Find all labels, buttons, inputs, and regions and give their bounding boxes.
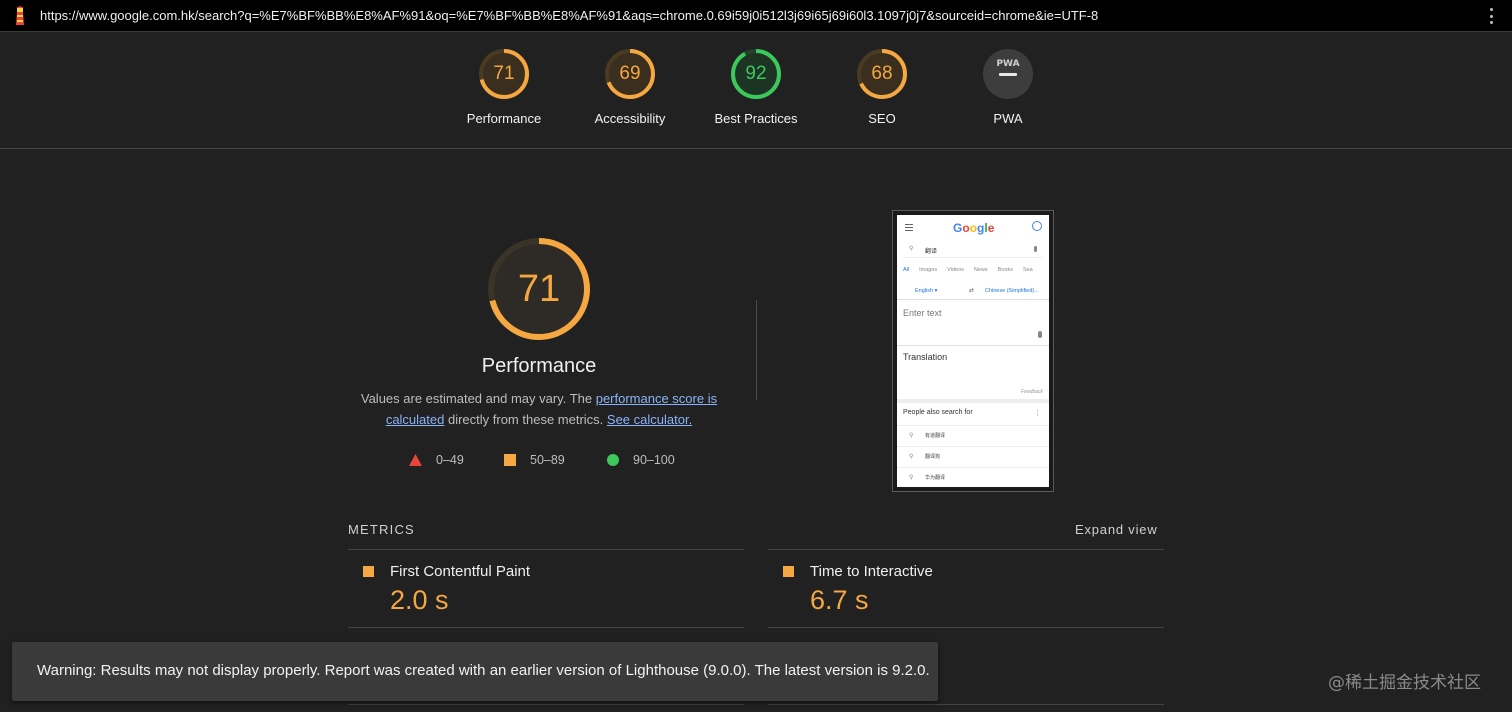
gauge-label: Performance — [466, 111, 542, 126]
logo-letter: o — [969, 221, 978, 235]
tab: Videos — [947, 267, 964, 273]
hamburger-icon — [905, 224, 913, 233]
gauge-label: SEO — [868, 111, 896, 126]
desc-text: Values are estimated and may vary. The — [360, 391, 596, 406]
gauge-score: 69 — [619, 63, 641, 84]
suggestion-row: ⚲ 有道翻译 — [897, 425, 1049, 445]
calculator-link[interactable]: See calculator. — [607, 412, 692, 427]
performance-description: Values are estimated and may vary. The p… — [354, 388, 724, 430]
tab: All — [903, 267, 910, 273]
gauge-accessibility[interactable]: 69 Accessibility — [570, 48, 690, 126]
screenshot-content: Google ⚲ 翻译 All Images Videos News Books… — [897, 215, 1049, 487]
lang-to: Chinese (Simplified)... — [985, 288, 1039, 294]
gauge-label: Best Practices — [714, 111, 798, 126]
gauge-score: 92 — [745, 63, 767, 84]
metric-time-to-interactive: Time to Interactive 6.7 s — [768, 549, 1164, 628]
average-square-icon — [783, 566, 794, 577]
lighthouse-icon — [16, 5, 24, 25]
performance-score: 71 — [517, 268, 561, 310]
divider — [768, 704, 1164, 705]
mic-icon — [1038, 331, 1042, 338]
metric-value: 2.0 s — [390, 585, 449, 615]
url-text[interactable]: https://www.google.com.hk/search?q=%E7%B… — [40, 8, 1098, 23]
score-header: 71 Performance 69 Accessibility 92 Best … — [0, 32, 1512, 149]
legend-average: 50–89 — [504, 450, 565, 470]
average-square-icon — [363, 566, 374, 577]
metrics-heading: METRICS — [348, 522, 415, 537]
mic-icon — [1034, 246, 1037, 252]
suggestion-row: ⚲ 华为翻译 — [897, 467, 1049, 487]
tab: Sea — [1022, 267, 1033, 273]
search-icon: ⚲ — [909, 475, 914, 481]
lang-from: English ▾ — [915, 288, 938, 294]
legend-range: 90–100 — [633, 453, 675, 467]
gauge-label: PWA — [993, 111, 1023, 126]
legend-fail: 0–49 — [409, 450, 464, 470]
expand-view-button[interactable]: Expand view — [1075, 522, 1158, 537]
kebab-menu-icon[interactable] — [1490, 8, 1494, 24]
final-screenshot[interactable]: Google ⚲ 翻译 All Images Videos News Books… — [892, 210, 1054, 492]
gauge-score: 71 — [493, 63, 515, 84]
tab: Books — [997, 267, 1013, 273]
suggestion-row: ⚲ 翻译狗 — [897, 446, 1049, 466]
account-icon — [1032, 221, 1042, 231]
translation-label: Translation — [903, 352, 948, 362]
suggestion-text: 翻译狗 — [925, 454, 941, 460]
watermark: @稀土掘金技术社区 — [1328, 673, 1481, 693]
metric-first-contentful-paint: First Contentful Paint 2.0 s — [348, 549, 744, 628]
tab: News — [973, 267, 988, 273]
people-also-search: People also search for — [903, 409, 973, 416]
metric-value: 6.7 s — [810, 585, 869, 615]
feedback-link: Feedback — [1021, 389, 1043, 395]
gauge-performance[interactable]: 71 Performance — [444, 48, 564, 126]
circle-icon — [607, 454, 619, 466]
search-icon: ⚲ — [909, 454, 914, 460]
search-box: ⚲ 翻译 — [903, 242, 1043, 258]
pwa-badge-icon: PWA — [983, 49, 1033, 99]
address-bar: https://www.google.com.hk/search?q=%E7%B… — [0, 0, 1512, 32]
legend-range: 0–49 — [436, 453, 464, 467]
divider — [897, 345, 1049, 346]
divider — [756, 300, 757, 400]
search-icon: ⚲ — [909, 246, 914, 252]
logo-letter: e — [987, 221, 995, 235]
pwa-badge-text: PWA — [996, 59, 1019, 69]
divider — [348, 704, 744, 705]
logo-letter: o — [962, 221, 970, 235]
gauge-best-practices[interactable]: 92 Best Practices — [696, 48, 816, 126]
search-query: 翻译 — [925, 249, 938, 255]
warning-toast[interactable]: Warning: Results may not display properl… — [12, 642, 938, 701]
warning-text: Warning: Results may not display properl… — [37, 662, 930, 679]
triangle-icon — [409, 454, 422, 466]
divider — [897, 399, 1049, 403]
metric-name: Time to Interactive — [810, 563, 933, 580]
search-tabs: All Images Videos News Books Sea — [903, 267, 1047, 273]
suggestion-text: 华为翻译 — [925, 475, 946, 481]
desc-text: directly from these metrics. — [444, 412, 607, 427]
search-icon: ⚲ — [909, 433, 914, 439]
legend-pass: 90–100 — [607, 450, 675, 470]
square-icon — [504, 454, 516, 466]
more-icon: ⋮ — [1034, 410, 1041, 417]
gauge-pwa[interactable]: PWA PWA — [948, 48, 1068, 126]
google-logo: Google — [953, 221, 994, 235]
divider — [897, 299, 1049, 300]
suggestion-text: 有道翻译 — [925, 433, 946, 439]
gauge-score: 68 — [871, 63, 893, 84]
legend-range: 50–89 — [530, 453, 565, 467]
performance-title: Performance — [481, 355, 597, 377]
tab: Images — [919, 267, 938, 273]
logo-letter: G — [953, 221, 963, 235]
swap-icon: ⇄ — [969, 288, 975, 294]
enter-text: Enter text — [903, 308, 942, 318]
gauge-seo[interactable]: 68 SEO — [822, 48, 942, 126]
metric-name: First Contentful Paint — [390, 563, 531, 580]
gauge-label: Accessibility — [594, 111, 666, 126]
